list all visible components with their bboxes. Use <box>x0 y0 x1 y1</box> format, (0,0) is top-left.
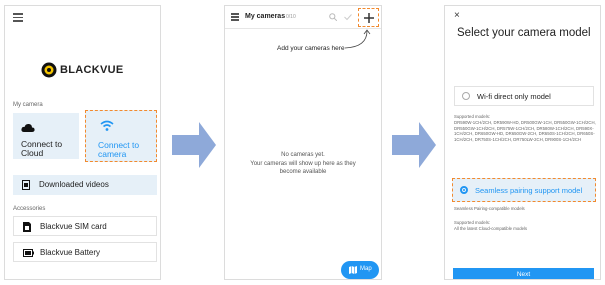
sim-card-icon <box>23 222 31 232</box>
wifi-direct-label: Wi-fi direct only model <box>477 92 551 101</box>
page-title: Select your camera model <box>457 27 591 39</box>
downloaded-videos-label: Downloaded videos <box>39 180 109 189</box>
seamless-supported-models: All the latest Cloud-compatible models <box>454 226 528 231</box>
map-icon <box>349 266 357 274</box>
screen-my-cameras: My cameras 0/10 Add your cameras here No… <box>224 5 382 280</box>
wifi-supported-models: DR590W-1CH/2CH, DR590W-HD, DR500GW-1CH, … <box>454 120 596 142</box>
empty-body: Your cameras will show up here as they b… <box>250 161 356 175</box>
seamless-radio[interactable] <box>460 186 468 194</box>
menu-icon[interactable] <box>231 13 239 21</box>
battery-item[interactable]: Blackvue Battery <box>13 242 157 262</box>
battery-label: Blackvue Battery <box>40 248 101 257</box>
map-button[interactable]: Map <box>341 261 379 279</box>
flow-arrow-icon <box>172 122 216 168</box>
page-title: My cameras <box>245 13 286 20</box>
flow-arrow-icon <box>392 122 436 168</box>
wifi-supported-label: Supported models: <box>454 114 491 119</box>
logo-emblem-icon <box>41 62 57 78</box>
map-button-label: Map <box>360 266 372 272</box>
check-icon[interactable] <box>344 13 352 21</box>
screen-select-model: × Select your camera model Wi-fi direct … <box>444 5 601 280</box>
close-icon[interactable]: × <box>454 10 460 21</box>
seamless-supported-label: Supported models: <box>454 220 491 225</box>
hint-arrow-icon <box>344 29 371 49</box>
wifi-icon <box>100 120 114 131</box>
connect-cloud-tile[interactable]: Connect to Cloud <box>13 113 79 159</box>
connect-camera-label: Connect to camera <box>98 140 140 159</box>
next-button[interactable]: Next <box>453 268 594 279</box>
accessories-heading: Accessories <box>13 206 46 212</box>
battery-icon <box>23 249 34 257</box>
cloud-icon <box>21 123 35 132</box>
blackvue-logo: BLACKVUE <box>41 62 127 78</box>
seamless-label: Seamless pairing support model <box>475 186 583 195</box>
screen-home: BLACKVUE My camera Connect to Cloud Conn… <box>4 5 161 280</box>
video-file-icon <box>22 180 30 190</box>
connect-camera-tile[interactable]: Connect to camera <box>85 110 157 162</box>
seamless-note: Seamless Pairing-compatible models <box>454 206 525 211</box>
logo-text: BLACKVUE <box>60 64 124 76</box>
camera-count: 0/10 <box>286 14 296 20</box>
sim-card-label: Blackvue SIM card <box>40 222 107 231</box>
search-icon[interactable] <box>329 13 337 21</box>
downloaded-videos-item[interactable]: Downloaded videos <box>13 175 157 195</box>
sim-card-item[interactable]: Blackvue SIM card <box>13 216 157 236</box>
connect-cloud-label: Connect to Cloud <box>21 139 63 158</box>
add-camera-button[interactable] <box>358 8 379 27</box>
my-camera-heading: My camera <box>13 102 43 108</box>
wifi-direct-option[interactable]: Wi-fi direct only model <box>454 86 594 106</box>
wifi-direct-radio[interactable] <box>462 92 470 100</box>
seamless-option[interactable]: Seamless pairing support model <box>452 178 596 202</box>
empty-title: No cameras yet. <box>281 152 325 158</box>
add-cameras-hint: Add your cameras here <box>277 45 345 52</box>
plus-icon <box>364 13 374 23</box>
menu-icon[interactable] <box>13 13 23 22</box>
